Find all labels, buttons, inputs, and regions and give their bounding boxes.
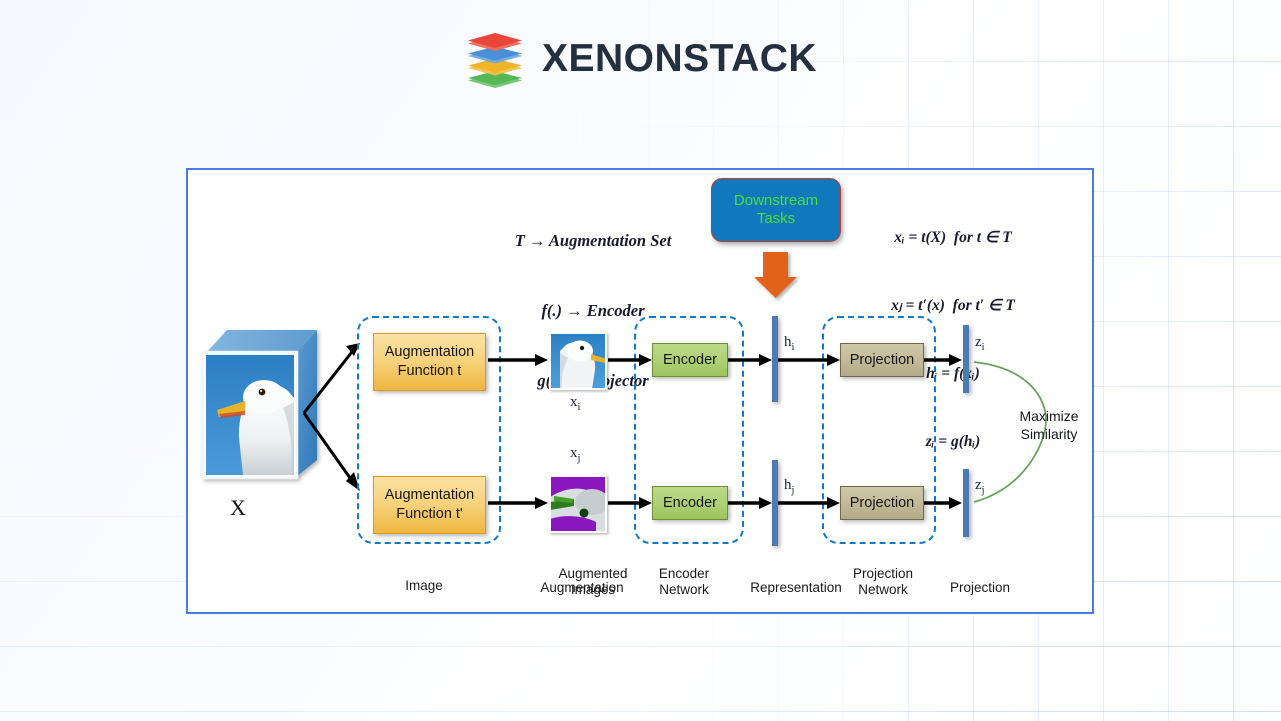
notation-line-1: T → Augmentation Set: [514, 230, 672, 250]
stacked-layers-icon: [467, 33, 522, 88]
augmentation-function-tprime-box[interactable]: Augmentation Function t': [373, 476, 486, 534]
diagram-panel: T → Augmentation Set f(.) → Encoder g(.)…: [186, 168, 1094, 614]
seagull-photo-cube: [201, 330, 317, 480]
representation-hi-label: hi: [784, 334, 795, 353]
caption-projection: Projection: [949, 580, 1011, 595]
encoder-box-top[interactable]: Encoder: [652, 343, 728, 377]
caption-projection-network: Projection Network: [852, 566, 914, 598]
encoder-box-top-label: Encoder: [662, 352, 717, 368]
source-image-label: X: [230, 495, 246, 520]
augmentation-function-tprime-label: Augmentation Function t': [384, 486, 475, 522]
downstream-tasks-box[interactable]: Downstream Tasks: [711, 178, 841, 242]
color-jittered-seagull-thumbnail: [549, 475, 607, 533]
equation-line-1: xᵢ = t(X) for t ∈ T: [894, 229, 1012, 247]
encoder-box-bottom[interactable]: Encoder: [652, 486, 728, 520]
projection-box-top[interactable]: Projection: [840, 343, 924, 377]
brand-name: XENONSTACK: [541, 37, 818, 80]
representation-bar-hi: [772, 316, 778, 402]
equation-line-2: xⱼ = t′(x) for t′ ∈ T: [891, 297, 1015, 315]
projection-zj-label: zj: [975, 477, 985, 496]
screenshot-root: XENONSTACK T → Augmentation Set f(.) → E…: [0, 0, 1281, 721]
projection-box-bottom-label: Projection: [849, 495, 915, 511]
encoder-box-bottom-label: Encoder: [662, 495, 717, 511]
projection-bar-zi: [963, 325, 969, 393]
representation-bar-hj: [772, 460, 778, 546]
caption-encoder-network: Encoder Network: [658, 566, 710, 598]
projection-box-top-label: Projection: [849, 352, 915, 368]
projection-box-bottom[interactable]: Projection: [840, 486, 924, 520]
augmented-image-xj-label: xj: [570, 445, 581, 464]
downstream-tasks-label: Downstream Tasks: [733, 191, 819, 227]
caption-image: Image: [405, 578, 443, 593]
maximize-similarity-label: Maximize Similarity: [1019, 408, 1079, 442]
representation-hj-label: hj: [784, 477, 795, 496]
projection-zi-label: zi: [975, 334, 985, 353]
projection-bar-zj: [963, 469, 969, 537]
augmentation-function-t-label: Augmentation Function t: [384, 343, 475, 379]
up-arrow-icon: [754, 252, 797, 298]
branch-arrows: [302, 347, 357, 486]
augmentation-function-t-box[interactable]: Augmentation Function t: [373, 333, 486, 391]
augmented-image-xi-label: xi: [570, 394, 581, 413]
brand-logo: XENONSTACK: [0, 30, 1281, 88]
